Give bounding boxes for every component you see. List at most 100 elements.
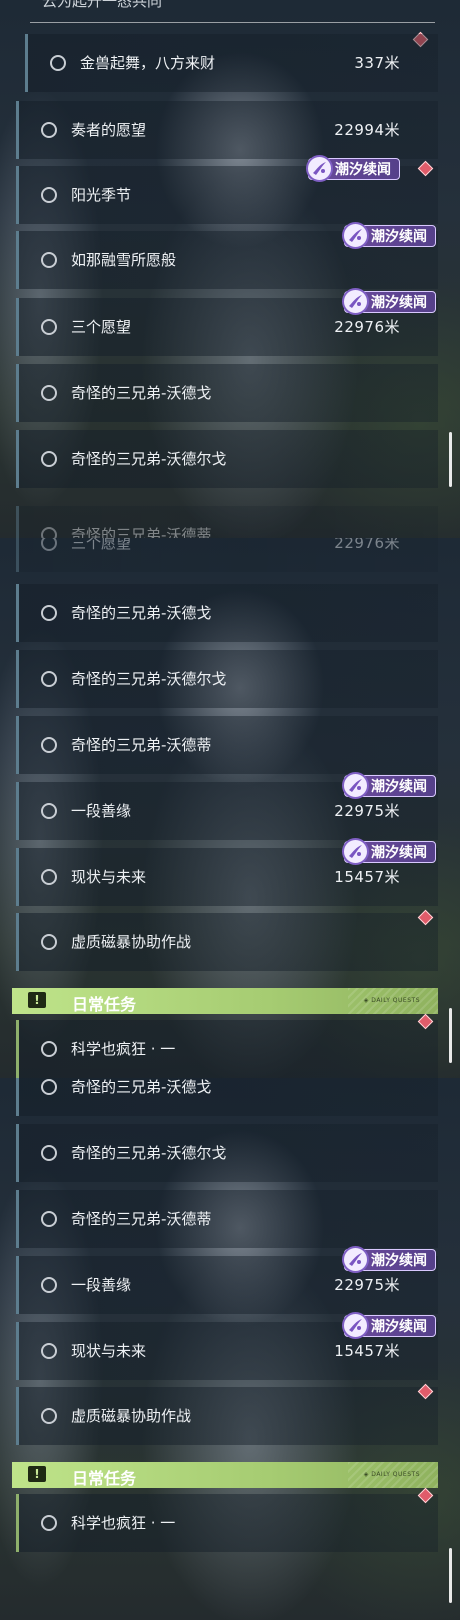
tide-tag: 潮汐续闻	[306, 155, 400, 182]
quest-name: 奇怪的三兄弟-沃德尔戈	[71, 450, 227, 468]
quest-name: 奇怪的三兄弟-沃德尔戈	[71, 670, 227, 688]
quest-name: 三个愿望	[71, 538, 132, 552]
circle-outline-icon	[41, 737, 57, 753]
quest-list-panel-3: 奇怪的三兄弟-沃德戈 奇怪的三兄弟-沃德尔戈 奇怪的三兄弟-沃德蒂 一段善缘 2…	[0, 1078, 460, 1620]
quest-name: 奇怪的三兄弟-沃德戈	[71, 604, 212, 622]
quest-row[interactable]: 奇怪的三兄弟-沃德尔戈	[16, 650, 438, 708]
circle-outline-icon	[41, 319, 57, 335]
tide-emblem-icon	[342, 1312, 369, 1339]
quest-distance: 15457米	[334, 868, 400, 886]
quest-list-panel-2: 三个愿望 22976米 奇怪的三兄弟-沃德戈 奇怪的三兄弟-沃德尔戈 奇怪的三兄…	[0, 538, 460, 1078]
section-title: 日常任务	[72, 995, 137, 1014]
circle-outline-icon	[41, 385, 57, 401]
circle-outline-icon	[41, 671, 57, 687]
circle-outline-icon	[41, 122, 57, 138]
quest-distance: 22975米	[334, 1276, 400, 1294]
quest-row[interactable]: 奇怪的三兄弟-沃德蒂	[16, 716, 438, 774]
tide-emblem-icon	[306, 155, 333, 182]
quest-distance: 22994米	[334, 121, 400, 139]
tide-tag: 潮汐续闻	[342, 772, 436, 799]
quest-name: 科学也疯狂 · 一	[71, 1040, 176, 1058]
quest-name: 科学也疯狂 · 一	[71, 1514, 176, 1532]
scrollbar-thumb[interactable]	[449, 1008, 452, 1063]
section-title: 日常任务	[72, 1469, 137, 1488]
quest-row[interactable]: 奇怪的三兄弟-沃德戈	[16, 1078, 438, 1116]
circle-outline-icon	[41, 605, 57, 621]
quest-name: 现状与未来	[71, 868, 147, 886]
circle-outline-icon	[41, 1145, 57, 1161]
tide-emblem-icon	[342, 838, 369, 865]
quest-name: 奇怪的三兄弟-沃德蒂	[71, 1210, 212, 1228]
quest-distance: 22976米	[334, 318, 400, 336]
tag-label: 潮汐续闻	[371, 1319, 427, 1335]
quest-name: 奏者的愿望	[71, 121, 147, 139]
quest-name: 现状与未来	[71, 1342, 147, 1360]
section-subtitle: ◈ DAILY QUESTS	[363, 1471, 420, 1478]
tide-emblem-icon	[342, 288, 369, 315]
quest-name: 金兽起舞，八方来财	[80, 54, 216, 72]
circle-outline-icon	[41, 527, 57, 538]
quest-row[interactable]: 金兽起舞，八方来财 337米	[25, 34, 438, 92]
quest-row[interactable]: 奏者的愿望 22994米	[16, 101, 438, 159]
previous-quest-title: 云为起升一态共同	[30, 0, 435, 23]
scrollbar-thumb[interactable]	[449, 432, 452, 487]
quest-list-panel-1: 云为起升一态共同 金兽起舞，八方来财 337米 奏者的愿望 22994米 阳光季…	[0, 0, 460, 538]
tide-tag: 潮汐续闻	[342, 1312, 436, 1339]
quest-name: 奇怪的三兄弟-沃德蒂	[71, 736, 212, 754]
tide-tag: 潮汐续闻	[342, 222, 436, 249]
quest-row[interactable]: 奇怪的三兄弟-沃德戈	[16, 584, 438, 642]
quest-name: 奇怪的三兄弟-沃德戈	[71, 1078, 212, 1096]
quest-distance: 22976米	[334, 538, 400, 552]
quest-name: 阳光季节	[71, 186, 132, 204]
tag-label: 潮汐续闻	[371, 845, 427, 861]
scrollbar-thumb[interactable]	[449, 1548, 452, 1603]
tide-emblem-icon	[342, 772, 369, 799]
circle-outline-icon	[41, 869, 57, 885]
circle-outline-icon	[50, 55, 66, 71]
quest-name: 奇怪的三兄弟-沃德尔戈	[71, 1144, 227, 1162]
circle-outline-icon	[41, 1343, 57, 1359]
quest-name: 奇怪的三兄弟-沃德戈	[71, 384, 212, 402]
circle-outline-icon	[41, 803, 57, 819]
section-subtitle: ◈ DAILY QUESTS	[363, 997, 420, 1004]
quest-row[interactable]: 虚质磁暴协助作战	[16, 913, 438, 971]
daily-quests-header[interactable]: ! 日常任务 ◈ DAILY QUESTS	[12, 988, 438, 1014]
circle-outline-icon	[41, 1408, 57, 1424]
daily-quest-row[interactable]: 科学也疯狂 · 一	[16, 1494, 438, 1552]
quest-row[interactable]: 奇怪的三兄弟-沃德尔戈	[16, 1124, 438, 1182]
quest-name: 三个愿望	[71, 318, 132, 336]
quest-distance: 15457米	[334, 1342, 400, 1360]
quest-name: 一段善缘	[71, 1276, 132, 1294]
quest-name: 奇怪的三兄弟-沃德蒂	[71, 526, 212, 538]
quest-row[interactable]: 奇怪的三兄弟-沃德蒂	[16, 506, 438, 538]
previous-quest-title-text: 云为起升一态共同	[42, 0, 163, 10]
circle-outline-icon	[41, 934, 57, 950]
quest-row[interactable]: 虚质磁暴协助作战	[16, 1387, 438, 1445]
quest-row[interactable]: 三个愿望 22976米	[16, 538, 438, 572]
exclamation-icon: !	[28, 1466, 46, 1482]
tide-tag: 潮汐续闻	[342, 1246, 436, 1273]
circle-outline-icon	[41, 187, 57, 203]
circle-outline-icon	[41, 538, 57, 551]
quest-row[interactable]: 奇怪的三兄弟-沃德尔戈	[16, 430, 438, 488]
quest-name: 虚质磁暴协助作战	[71, 1407, 192, 1425]
daily-quest-row[interactable]: 科学也疯狂 · 一	[16, 1020, 438, 1078]
circle-outline-icon	[41, 252, 57, 268]
quest-row[interactable]: 奇怪的三兄弟-沃德蒂	[16, 1190, 438, 1248]
tide-tag: 潮汐续闻	[342, 288, 436, 315]
tide-tag: 潮汐续闻	[342, 838, 436, 865]
quest-distance: 337米	[354, 54, 400, 72]
exclamation-icon: !	[28, 992, 46, 1008]
circle-outline-icon	[41, 1041, 57, 1057]
quest-distance: 22975米	[334, 802, 400, 820]
tag-label: 潮汐续闻	[335, 162, 391, 178]
tide-emblem-icon	[342, 1246, 369, 1273]
daily-quests-header[interactable]: ! 日常任务 ◈ DAILY QUESTS	[12, 1462, 438, 1488]
quest-row[interactable]: 奇怪的三兄弟-沃德戈	[16, 364, 438, 422]
circle-outline-icon	[41, 1211, 57, 1227]
tag-label: 潮汐续闻	[371, 779, 427, 795]
tide-emblem-icon	[342, 222, 369, 249]
circle-outline-icon	[41, 1515, 57, 1531]
circle-outline-icon	[41, 1079, 57, 1095]
tag-label: 潮汐续闻	[371, 229, 427, 245]
